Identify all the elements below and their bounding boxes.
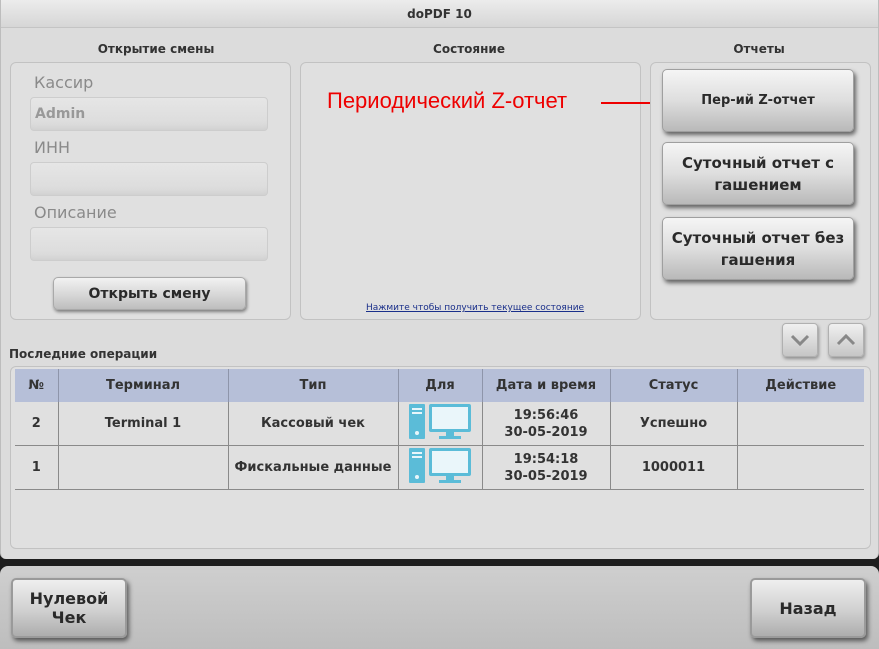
computer-monitor-icon (409, 404, 471, 439)
daily-report-without-reset-button[interactable]: Суточный отчет без гашения (662, 217, 854, 280)
row-number: 1 (15, 445, 58, 490)
column-header-for[interactable]: Для (397, 369, 482, 402)
row-date: 30-05-2019 (504, 424, 588, 440)
description-field[interactable] (30, 227, 268, 261)
reports-section-title: Отчеты (733, 42, 785, 56)
daily-report-with-reset-button[interactable]: Суточный отчет с гашением (662, 142, 854, 205)
cashier-field[interactable]: Admin (30, 97, 268, 131)
row-time: 19:56:46 (513, 407, 579, 423)
shift-section-title: Открытие смены (97, 42, 215, 56)
row-number: 2 (15, 402, 58, 446)
row-terminal (57, 445, 228, 490)
row-type: Фискальные данные (227, 445, 398, 490)
chevron-down-icon (790, 334, 810, 347)
row-status: 1000011 (609, 445, 737, 490)
column-header-status[interactable]: Статус (609, 369, 737, 402)
description-label: Описание (34, 203, 117, 222)
state-section-title: Состояние (433, 42, 505, 56)
window-title: doPDF 10 (1, 0, 878, 28)
operations-table: № Терминал Тип Для Дата и время Статус Д… (15, 369, 864, 490)
periodic-z-report-button[interactable]: Пер-ий Z-отчет (662, 69, 854, 132)
table-row[interactable]: 2 Terminal 1 Кассовый чек 19:56:46 30-05… (15, 402, 864, 446)
main-window: doPDF 10 Открытие смены Кассир Admin ИНН… (0, 0, 879, 559)
column-header-datetime[interactable]: Дата и время (481, 369, 610, 402)
column-header-type[interactable]: Тип (227, 369, 398, 402)
zero-check-button[interactable]: Нулевой Чек (11, 578, 127, 638)
shift-panel: Кассир Admin ИНН Описание Открыть смену (10, 62, 291, 320)
row-status: Успешно (609, 402, 737, 446)
row-datetime: 19:54:18 30-05-2019 (481, 445, 610, 490)
row-terminal: Terminal 1 (57, 402, 228, 446)
get-state-link[interactable]: Нажмите чтобы получить текущее состояние (366, 303, 584, 313)
table-row[interactable]: 1 Фискальные данные 19:54:18 30-05-2019 … (15, 445, 864, 490)
column-header-terminal[interactable]: Терминал (57, 369, 228, 402)
inn-label: ИНН (34, 138, 71, 157)
row-for (397, 402, 482, 446)
row-time: 19:54:18 (513, 451, 579, 467)
scroll-down-button[interactable] (782, 323, 818, 357)
operations-title: Последние операции (9, 347, 158, 361)
cashier-label: Кассир (34, 73, 94, 92)
row-action (736, 445, 864, 490)
table-header-row: № Терминал Тип Для Дата и время Статус Д… (15, 369, 864, 402)
chevron-up-icon (836, 333, 856, 346)
open-shift-button[interactable]: Открыть смену (53, 277, 246, 310)
row-date: 30-05-2019 (504, 468, 588, 484)
computer-monitor-icon (409, 448, 471, 483)
row-action (736, 402, 864, 446)
column-header-number[interactable]: № (15, 369, 58, 402)
row-datetime: 19:56:46 30-05-2019 (481, 402, 610, 446)
inn-field[interactable] (30, 162, 268, 196)
row-for (397, 445, 482, 490)
column-header-action[interactable]: Действие (736, 369, 864, 402)
scroll-up-button[interactable] (828, 323, 864, 357)
annotation-label: Периодический Z-отчет (327, 88, 568, 113)
row-type: Кассовый чек (227, 402, 398, 446)
back-button[interactable]: Назад (750, 578, 866, 638)
bottom-bar: Нулевой Чек Назад (0, 566, 879, 649)
